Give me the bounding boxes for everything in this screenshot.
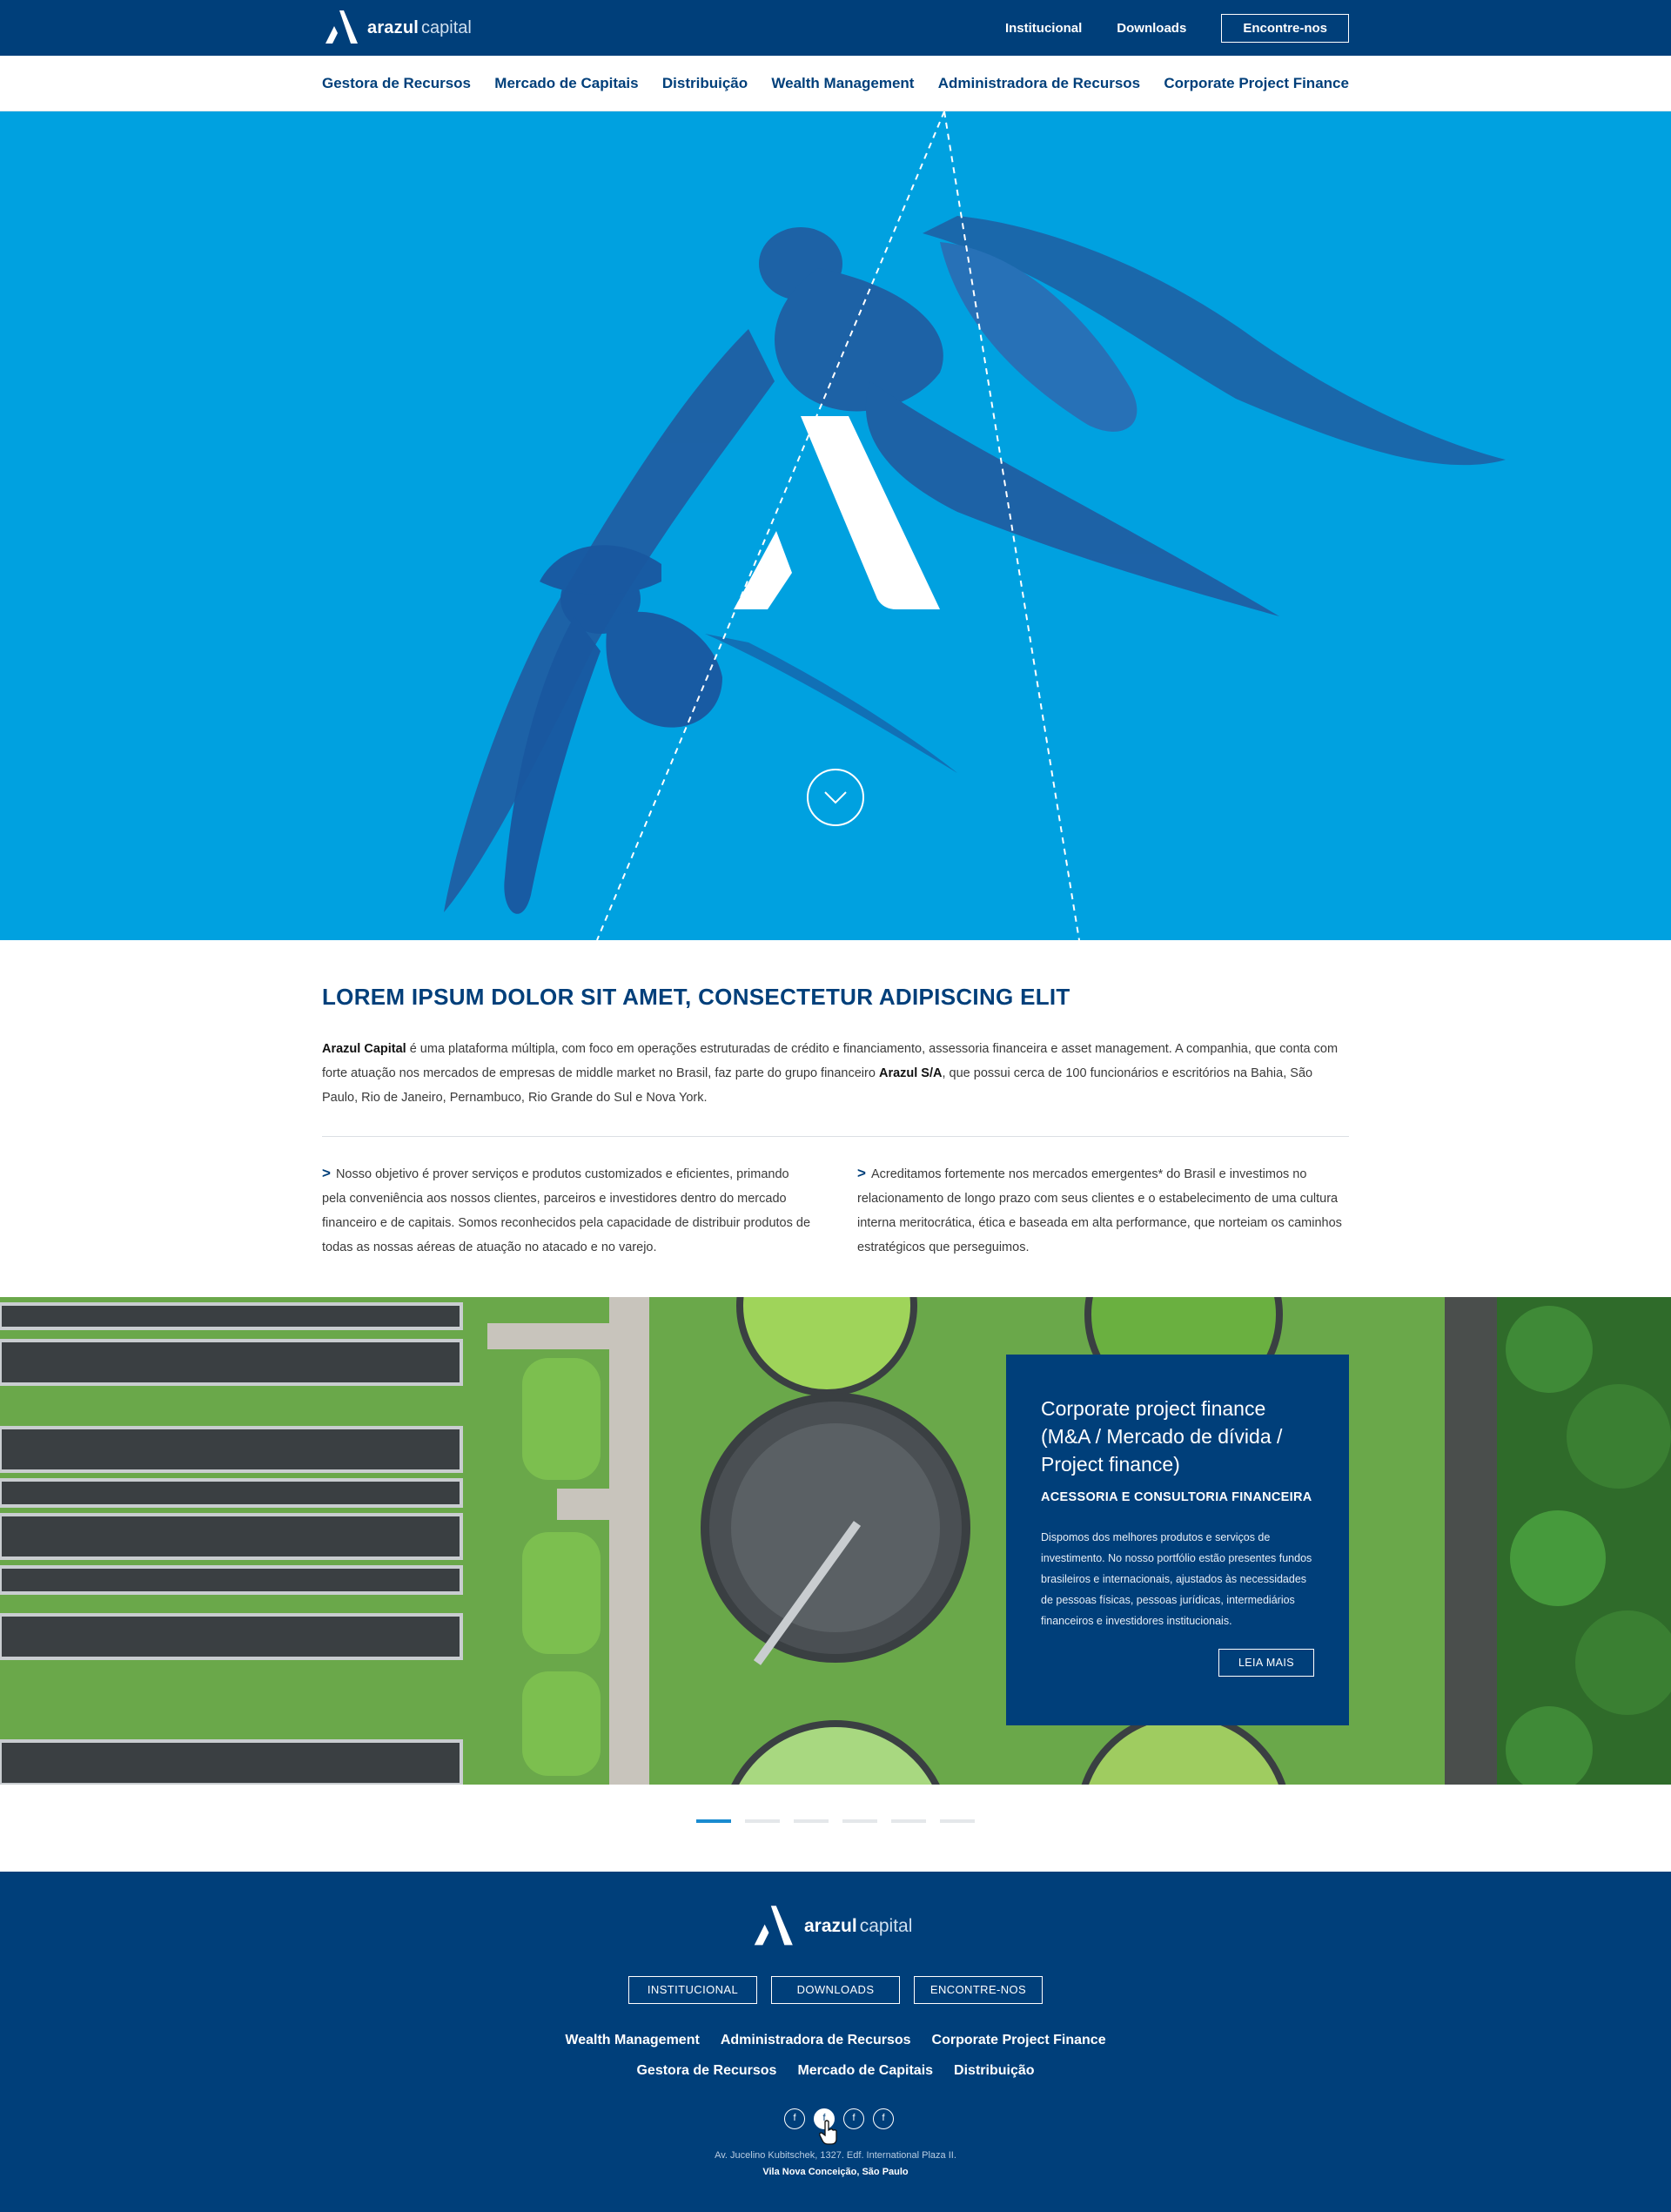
nav-institucional-link[interactable]: Institucional [1005, 21, 1082, 36]
subnav-item-gestora[interactable]: Gestora de Recursos [322, 75, 471, 92]
footer-links-row-2: Gestora de Recursos Mercado de Capitais … [0, 2063, 1671, 2079]
nav-downloads-link[interactable]: Downloads [1117, 21, 1186, 36]
footer-downloads-button[interactable]: DOWNLOADS [771, 1976, 900, 2004]
footer-brand-light: capital [859, 1916, 913, 1936]
secondary-nav: Gestora de Recursos Mercado de Capitais … [0, 56, 1671, 111]
pager-dot-6[interactable] [940, 1819, 975, 1823]
footer-link-corporate[interactable]: Corporate Project Finance [932, 2033, 1106, 2048]
read-more-button[interactable]: LEIA MAIS [1218, 1649, 1314, 1677]
arazul-logo-icon [325, 10, 358, 44]
feature-title: Corporate project finance (M&A / Mercado… [1041, 1397, 1283, 1476]
subnav-item-distribuicao[interactable]: Distribuição [662, 75, 748, 92]
footer-link-administradora[interactable]: Administradora de Recursos [721, 2033, 911, 2048]
slider-pagination [696, 1819, 989, 1823]
pager-dot-4[interactable] [842, 1819, 877, 1823]
scroll-down-button[interactable] [807, 769, 864, 826]
intro-lead-brand: Arazul Capital [322, 1042, 406, 1056]
footer-encontre-nos-button[interactable]: ENCONTRE-NOS [914, 1976, 1043, 2004]
feature-slider: Corporate project finance (M&A / Mercado… [0, 1297, 1671, 1785]
intro-lead: Arazul Capital é uma plataforma múltipla… [322, 1037, 1349, 1110]
footer-logo[interactable]: arazul capital [750, 1905, 912, 1948]
chevron-right-icon: > [857, 1165, 866, 1181]
top-bar: arazul capital Institucional Downloads E… [0, 0, 1671, 56]
footer-links-row-1: Wealth Management Administradora de Recu… [0, 2033, 1671, 2048]
header-brand-bold: arazul [367, 17, 419, 37]
intro-column-1: > Nosso objetivo é prover serviços e prod… [322, 1161, 814, 1260]
header-logo[interactable]: arazul capital [322, 9, 472, 47]
footer-address: Av. Jucelino Kubitschek, 1327. Edf. Inte… [0, 2148, 1671, 2181]
footer-institucional-button[interactable]: INSTITUCIONAL [628, 1976, 757, 2004]
footer-buttons: INSTITUCIONAL DOWNLOADS ENCONTRE-NOS [0, 1976, 1671, 2004]
pager-dot-1[interactable] [696, 1819, 731, 1823]
footer-link-gestora[interactable]: Gestora de Recursos [636, 2063, 776, 2079]
facebook-icon[interactable]: f [873, 2108, 894, 2129]
subnav-item-corporate[interactable]: Corporate Project Finance [1164, 75, 1349, 92]
pager-dot-3[interactable] [794, 1819, 829, 1823]
feature-subtitle: ACESSORIA E CONSULTORIA FINANCEIRA [1041, 1490, 1312, 1504]
footer-link-wealth[interactable]: Wealth Management [565, 2033, 699, 2048]
pager-dot-5[interactable] [891, 1819, 926, 1823]
intro-section: LOREM IPSUM DOLOR SIT AMET, CONSECTETUR … [322, 984, 1349, 1260]
footer: arazul capital INSTITUCIONAL DOWNLOADS E… [0, 1872, 1671, 2212]
nav-encontre-nos-button[interactable]: Encontre-nos [1221, 13, 1349, 43]
chevron-right-icon: > [322, 1165, 331, 1181]
footer-link-distribuicao[interactable]: Distribuição [954, 2063, 1034, 2079]
pager-dot-2[interactable] [745, 1819, 780, 1823]
facebook-icon[interactable]: f [784, 2108, 805, 2129]
intro-divider [322, 1136, 1349, 1137]
intro-lead-group: Arazul S/A [878, 1066, 943, 1080]
address-line-1: Av. Jucelino Kubitschek, 1327. Edf. Inte… [715, 2150, 956, 2161]
footer-link-mercado[interactable]: Mercado de Capitais [797, 2063, 933, 2079]
footer-brand-bold: arazul [804, 1916, 857, 1936]
intro-column-1-text: Nosso objetivo é prover serviços e produ… [322, 1167, 811, 1254]
arazul-logo-icon [754, 1906, 793, 1946]
feature-body: Dispomos dos melhores produtos e serviço… [1041, 1531, 1312, 1627]
hero-banner [0, 111, 1671, 940]
subnav-item-mercado[interactable]: Mercado de Capitais [494, 75, 638, 92]
facebook-icon[interactable]: f [843, 2108, 864, 2129]
intro-columns: > Nosso objetivo é prover serviços e prod… [322, 1161, 1349, 1260]
header-brand-light: capital [421, 17, 472, 37]
top-nav: Institucional Downloads Encontre-nos [970, 13, 1349, 43]
intro-column-2-text: Acreditamos fortemente nos mercados emer… [857, 1167, 1342, 1254]
intro-title: LOREM IPSUM DOLOR SIT AMET, CONSECTETUR … [322, 984, 1070, 1010]
address-line-2-text: Vila Nova Conceição, São Paulo [762, 2167, 909, 2177]
social-links: f f f f [780, 2108, 898, 2129]
address-line-2: Vila Nova Conceição, São Paulo [0, 2164, 1671, 2181]
feature-card: Corporate project finance (M&A / Mercado… [1006, 1355, 1349, 1725]
treatment-plant-image [0, 1297, 1671, 1785]
intro-column-2: > Acreditamos fortemente nos mercados eme… [857, 1161, 1349, 1260]
chevron-down-icon [824, 791, 847, 804]
subnav-item-administradora[interactable]: Administradora de Recursos [938, 75, 1140, 92]
subnav-item-wealth[interactable]: Wealth Management [771, 75, 914, 92]
hand-cursor-icon [819, 2120, 837, 2145]
